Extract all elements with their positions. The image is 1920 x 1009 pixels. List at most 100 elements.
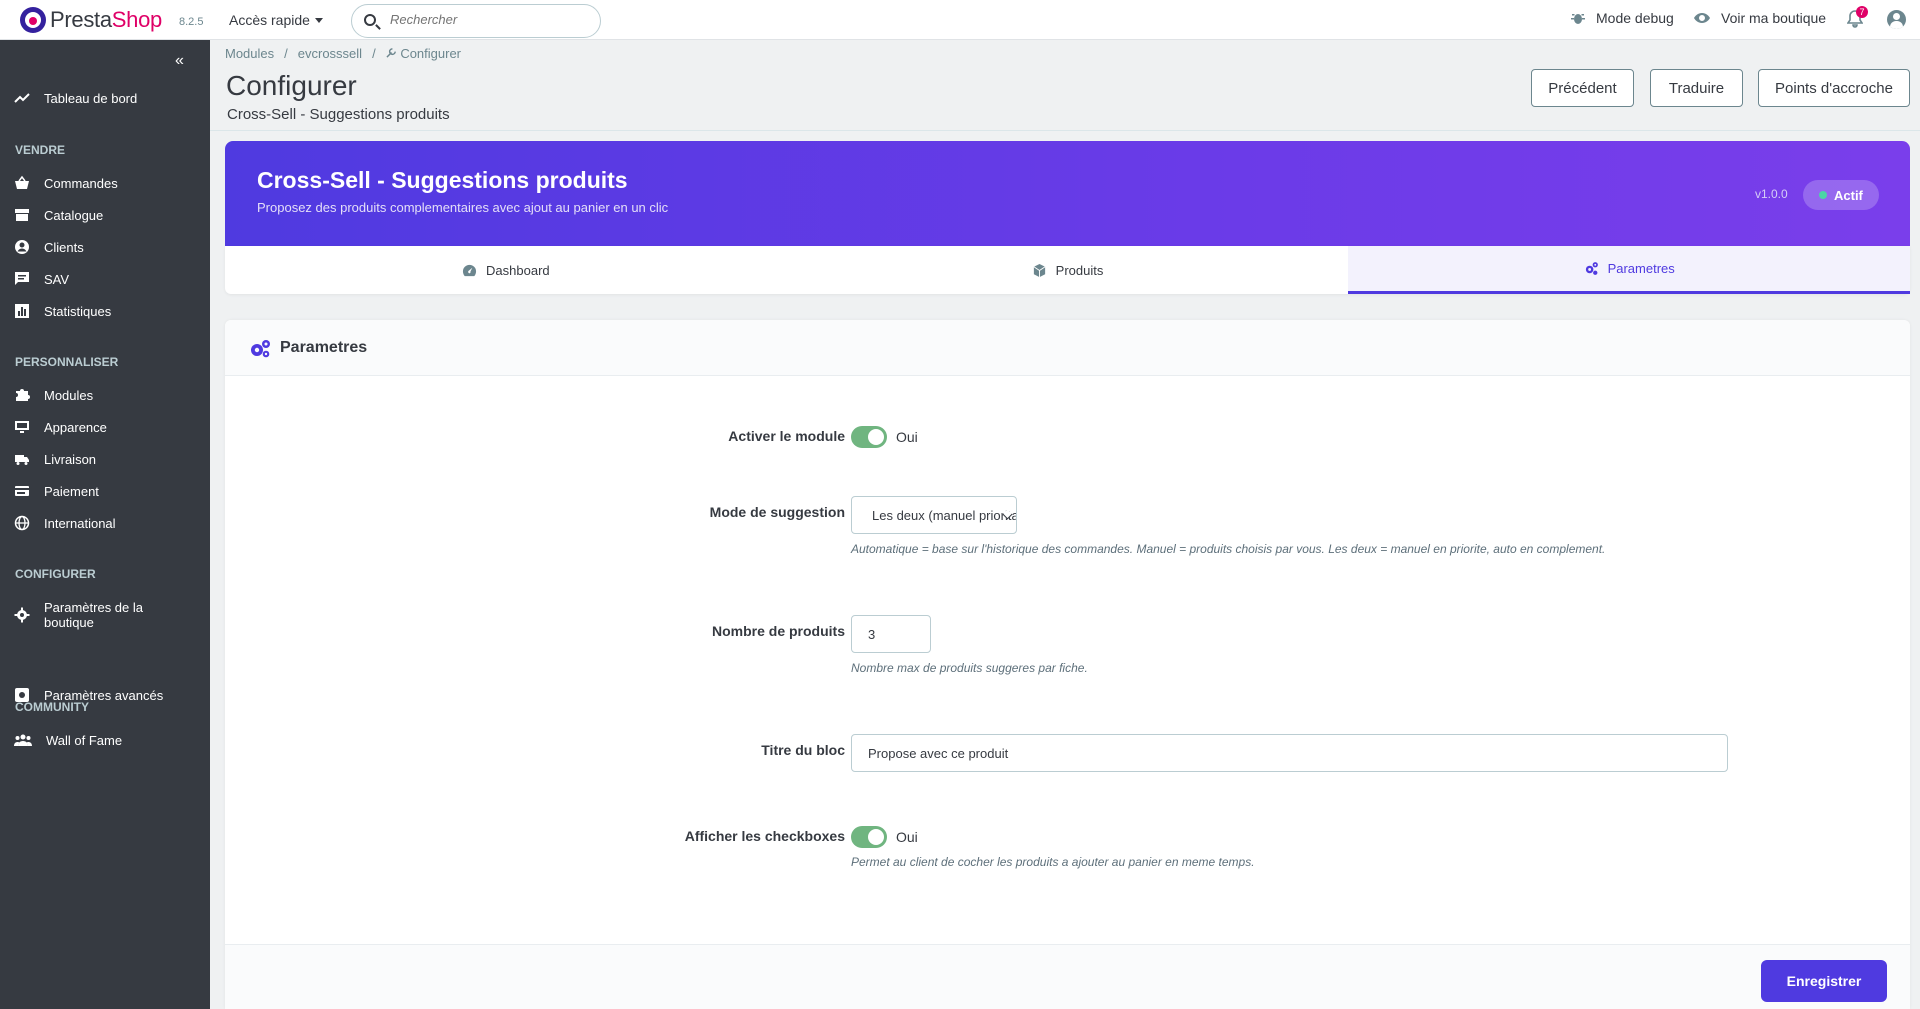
product-count-input[interactable]: 3 — [851, 615, 931, 653]
sidebar-item-modules[interactable]: Modules — [14, 387, 204, 403]
prestashop-logo[interactable]: PrestaShop — [20, 7, 162, 33]
breadcrumb-separator: / — [372, 46, 376, 61]
module-title: Cross-Sell - Suggestions produits — [257, 167, 628, 193]
show-checkboxes-toggle[interactable] — [851, 826, 887, 848]
tab-produits[interactable]: Produits — [787, 246, 1349, 294]
sidebar-item-shop-parameters[interactable]: Paramètres de la boutique — [14, 600, 204, 630]
view-shop-link[interactable]: Voir ma boutique — [1693, 10, 1826, 26]
sidebar-item-commandes[interactable]: Commandes — [14, 175, 204, 191]
credit-card-icon — [15, 486, 29, 496]
page-subtitle: Cross-Sell - Suggestions produits — [227, 106, 450, 123]
account-circle-icon — [15, 240, 29, 254]
globe-icon — [14, 515, 30, 531]
tab-label: Produits — [1055, 262, 1104, 278]
show-checkboxes-label: Afficher les checkboxes — [684, 828, 845, 844]
cogs-icon — [251, 340, 270, 358]
sidebar-item-label: Statistiques — [44, 303, 112, 319]
module-version: v1.0.0 — [1755, 187, 1788, 201]
header-divider — [210, 130, 1920, 131]
save-button[interactable]: Enregistrer — [1761, 960, 1887, 1002]
search-input[interactable] — [390, 12, 590, 27]
tab-label: Dashboard — [486, 262, 550, 278]
section-configurer: CONFIGURER — [15, 567, 96, 581]
suggestion-mode-help: Automatique = base sur l'historique des … — [851, 542, 1606, 556]
notification-badge: 7 — [1856, 6, 1868, 18]
breadcrumb-current: Configurer — [386, 46, 461, 61]
debug-mode-link[interactable]: Mode debug — [1570, 10, 1674, 26]
wrench-icon — [386, 48, 396, 58]
sidebar-item-apparence[interactable]: Apparence — [14, 419, 204, 435]
tab-parametres[interactable]: Parametres — [1348, 246, 1911, 294]
desktop-icon — [15, 421, 29, 433]
breadcrumb-separator: / — [284, 46, 288, 61]
sidebar-item-dashboard[interactable]: Tableau de bord — [14, 90, 204, 106]
sidebar-item-clients[interactable]: Clients — [14, 239, 204, 255]
panel-footer — [225, 944, 1910, 1009]
enable-module-toggle[interactable] — [851, 426, 887, 448]
sidebar-item-paiement[interactable]: Paiement — [14, 483, 204, 499]
module-tabs: Dashboard Produits Parametres — [225, 246, 1911, 294]
debug-label: Mode debug — [1596, 10, 1674, 26]
previous-button[interactable]: Précédent — [1531, 69, 1634, 107]
search-bar[interactable] — [351, 4, 601, 38]
product-count-label: Nombre de produits — [711, 623, 845, 639]
puzzle-icon — [16, 389, 30, 401]
quick-access-dropdown[interactable]: Accès rapide — [229, 12, 323, 28]
tachometer-icon — [462, 264, 477, 276]
status-label: Actif — [1834, 187, 1863, 203]
sidebar-item-label: Modules — [44, 387, 94, 403]
enable-module-value: Oui — [896, 429, 918, 445]
status-dot-icon — [1819, 191, 1827, 199]
truck-icon — [15, 455, 29, 465]
search-icon — [364, 14, 376, 26]
collapse-sidebar-button[interactable]: « — [175, 52, 184, 70]
sidebar-item-international[interactable]: International — [14, 515, 204, 531]
store-icon — [15, 209, 29, 221]
breadcrumb-module[interactable]: evcrosssell — [298, 46, 362, 61]
tab-dashboard[interactable]: Dashboard — [225, 246, 787, 294]
eye-icon — [1694, 13, 1710, 23]
show-checkboxes-value: Oui — [896, 829, 918, 845]
translate-button[interactable]: Traduire — [1650, 69, 1743, 107]
sidebar: « Tableau de bord VENDRE Commandes Catal… — [0, 40, 210, 1009]
sidebar-item-livraison[interactable]: Livraison — [14, 451, 204, 467]
page-title: Configurer — [226, 70, 357, 101]
sidebar-item-label: SAV — [44, 271, 70, 287]
section-community: COMMUNITY — [15, 700, 89, 714]
show-checkboxes-help: Permet au client de cocher les produits … — [851, 855, 1255, 869]
hooks-button[interactable]: Points d'accroche — [1758, 69, 1910, 107]
breadcrumb-modules[interactable]: Modules — [225, 46, 274, 61]
sidebar-item-sav[interactable]: SAV — [14, 271, 204, 287]
sidebar-item-label: Tableau de bord — [44, 90, 138, 106]
sidebar-item-label: Wall of Fame — [46, 732, 123, 748]
sidebar-item-wall-of-fame[interactable]: Wall of Fame — [14, 732, 204, 748]
block-title-input[interactable]: Propose avec ce produit — [851, 734, 1728, 772]
trending-up-icon — [14, 93, 30, 103]
user-avatar-icon[interactable] — [1887, 10, 1906, 29]
sidebar-item-label: Livraison — [44, 451, 97, 467]
enable-module-label: Activer le module — [728, 428, 845, 444]
status-badge: Actif — [1803, 180, 1879, 210]
chat-icon — [15, 272, 29, 285]
suggestion-mode-select[interactable]: Les deux (manuel prioritaire — [851, 496, 1017, 534]
sidebar-item-catalogue[interactable]: Catalogue — [14, 207, 204, 223]
product-count-help: Nombre max de produits suggeres par fich… — [851, 661, 1088, 675]
cogs-icon — [1585, 262, 1598, 275]
block-title-label: Titre du bloc — [761, 742, 845, 758]
logo-text: PrestaShop — [50, 7, 162, 32]
sidebar-item-label: Clients — [44, 239, 84, 255]
settings-panel: Parametres Activer le module Oui Mode de… — [225, 320, 1910, 1009]
suggestion-mode-label: Mode de suggestion — [709, 504, 845, 520]
tab-label: Parametres — [1607, 261, 1675, 276]
sidebar-item-label: Paramètres de la boutique — [44, 600, 143, 630]
breadcrumb: Modules / evcrosssell / Configurer — [225, 46, 461, 61]
module-banner: Cross-Sell - Suggestions produits Propos… — [225, 141, 1910, 246]
prestashop-logo-icon — [20, 7, 46, 33]
sidebar-item-label: Commandes — [44, 175, 118, 191]
sidebar-item-label: Apparence — [44, 419, 107, 435]
module-description: Proposez des produits complementaires av… — [257, 200, 669, 215]
gear-icon — [14, 607, 30, 623]
sidebar-item-statistiques[interactable]: Statistiques — [14, 303, 204, 319]
sidebar-item-label: Catalogue — [44, 207, 104, 223]
cube-icon — [1033, 263, 1046, 277]
